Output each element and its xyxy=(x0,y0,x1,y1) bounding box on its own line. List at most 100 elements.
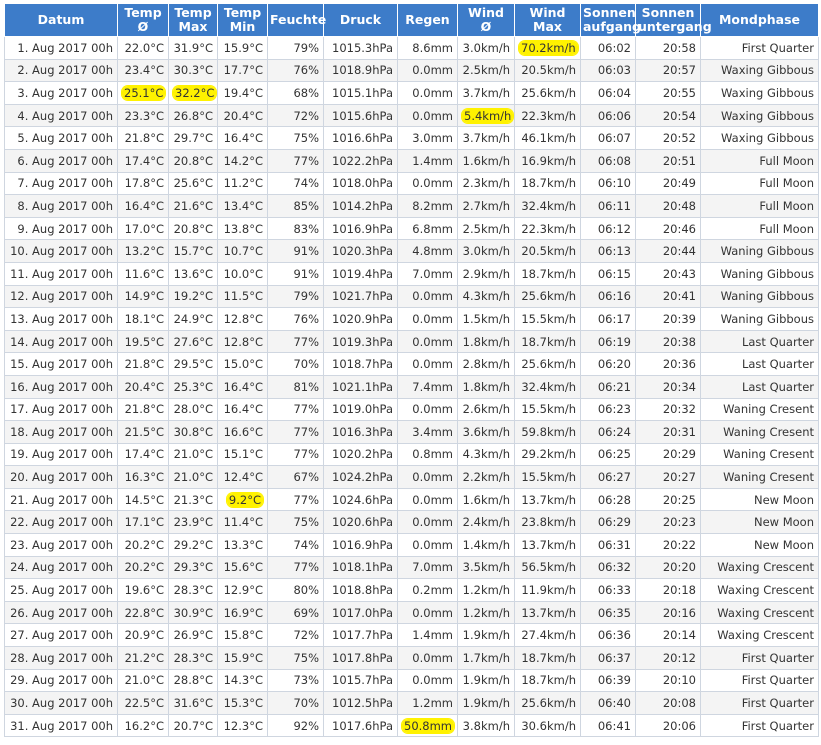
cell-feuchte: 77% xyxy=(267,148,324,173)
table-row: 11. Aug 2017 00h 11.6°C 13.6°C 10.0°C 91% 101… xyxy=(4,261,819,286)
cell-wind-max: 13.7km/h xyxy=(514,600,581,625)
table-row: 3. Aug 2017 00h 25.1°C 32.2°C 19.4°C 68% 1015… xyxy=(4,81,819,105)
cell-value: 1018.0hPa xyxy=(332,176,393,191)
column-header-regen[interactable]: Regen xyxy=(397,3,458,37)
cell-value: 70% xyxy=(293,696,319,711)
column-header-wind-max[interactable]: Wind Max xyxy=(514,3,581,37)
cell-temp-avg: 21.2°C xyxy=(117,646,169,670)
table-row: 23. Aug 2017 00h 20.2°C 29.2°C 13.3°C 74% 101… xyxy=(4,533,819,557)
column-header-sonnenuntergang[interactable]: Sonnen untergang xyxy=(635,3,712,37)
cell-value: 15.1°C xyxy=(223,447,263,462)
cell-regen: 0.0mm xyxy=(397,58,458,83)
cell-feuchte: 91% xyxy=(267,261,324,286)
cell-datum: 16. Aug 2017 00h xyxy=(4,374,118,399)
cell-value: 18.1°C xyxy=(124,311,164,326)
cell-value: 1018.9hPa xyxy=(332,63,393,78)
cell-temp-avg: 21.0°C xyxy=(117,668,169,693)
cell-sonnenuntergang: 20:14 xyxy=(635,623,701,648)
column-header-druck[interactable]: Druck xyxy=(323,3,398,37)
cell-value: Last Quarter xyxy=(741,334,814,349)
cell-feuchte: 74% xyxy=(267,171,324,196)
cell-value: 20:44 xyxy=(662,244,696,259)
cell-druck: 1024.6hPa xyxy=(323,487,398,512)
cell-value: 20:55 xyxy=(662,85,696,100)
cell-value: 1015.6hPa xyxy=(332,108,393,123)
column-header-feuchte[interactable]: Feuchte xyxy=(267,3,326,37)
cell-mondphase: Waxing Crescent xyxy=(700,555,819,580)
cell-feuchte: 76% xyxy=(267,307,324,331)
cell-value: Waning Cresent xyxy=(723,402,814,417)
column-header-mondphase[interactable]: Mondphase xyxy=(700,3,819,37)
cell-temp-avg: 23.4°C xyxy=(117,58,169,83)
cell-mondphase: First Quarter xyxy=(700,668,819,693)
cell-value: 31. Aug 2017 00h xyxy=(10,718,113,733)
cell-value: 3.5km/h xyxy=(462,560,510,575)
table-row: 24. Aug 2017 00h 20.2°C 29.3°C 15.6°C 77% 101… xyxy=(4,555,819,580)
cell-value: 06:15 xyxy=(597,266,631,281)
column-header-text: Regen xyxy=(405,12,450,27)
cell-value: 06:08 xyxy=(597,153,631,168)
column-header-temp-min[interactable]: Temp Min xyxy=(217,3,268,37)
table-row: 14. Aug 2017 00h 19.5°C 27.6°C 12.8°C 77% 101… xyxy=(4,329,819,354)
cell-value: 77% xyxy=(293,492,319,507)
cell-sonnenaufgang: 06:08 xyxy=(580,148,636,173)
cell-value: 79% xyxy=(293,40,319,55)
cell-wind-max: 18.7km/h xyxy=(514,646,581,670)
table-row: 15. Aug 2017 00h 21.8°C 29.5°C 15.0°C 70% 101… xyxy=(4,352,819,376)
cell-wind-avg: 1.7km/h xyxy=(457,646,515,670)
cell-temp-avg: 16.3°C xyxy=(117,465,169,489)
cell-wind-avg: 3.0km/h xyxy=(457,239,515,263)
cell-sonnenaufgang: 06:33 xyxy=(580,578,636,602)
cell-temp-avg: 17.1°C xyxy=(117,510,169,535)
cell-druck: 1018.9hPa xyxy=(323,58,398,83)
cell-value: 3.0mm xyxy=(412,131,453,146)
column-header-sonnenaufgang[interactable]: Sonnen aufgang xyxy=(580,3,641,37)
cell-value: 29.7°C xyxy=(173,131,213,146)
cell-value: 17.7°C xyxy=(223,63,263,78)
table-row: 21. Aug 2017 00h 14.5°C 21.3°C 9.2°C 77% 1024… xyxy=(4,487,819,512)
cell-mondphase: First Quarter xyxy=(700,646,819,670)
cell-value: 7.4mm xyxy=(412,379,453,394)
cell-regen: 0.0mm xyxy=(397,307,458,331)
cell-value: 0.0mm xyxy=(412,334,453,349)
cell-value: 20:27 xyxy=(662,470,696,485)
cell-value: 20:14 xyxy=(662,628,696,643)
cell-value: 1.9km/h xyxy=(462,673,510,688)
cell-value: 18.7km/h xyxy=(521,176,576,191)
cell-temp-max: 13.6°C xyxy=(168,261,218,286)
cell-druck: 1015.3hPa xyxy=(323,36,398,60)
column-header-wind-avg[interactable]: Wind Ø xyxy=(457,3,515,37)
cell-mondphase: New Moon xyxy=(700,487,819,512)
cell-mondphase: New Moon xyxy=(700,510,819,535)
cell-mondphase: First Quarter xyxy=(700,36,819,60)
column-header-temp-max[interactable]: Temp Max xyxy=(168,3,218,37)
cell-value: 1018.8hPa xyxy=(332,583,393,598)
cell-value: Waning Gibbous xyxy=(720,244,814,259)
cell-wind-max: 15.5km/h xyxy=(514,307,581,331)
cell-value: 85% xyxy=(293,198,319,213)
cell-sonnenaufgang: 06:28 xyxy=(580,487,636,512)
cell-wind-avg: 1.9km/h xyxy=(457,668,515,693)
cell-druck: 1020.6hPa xyxy=(323,510,398,535)
cell-value: 20:51 xyxy=(662,153,696,168)
cell-value: 16.4°C xyxy=(124,198,164,213)
cell-value: 1.8km/h xyxy=(462,334,510,349)
column-header-temp-avg[interactable]: Temp Ø xyxy=(117,3,169,37)
cell-value: 1016.9hPa xyxy=(332,221,393,236)
column-header-datum[interactable]: Datum xyxy=(4,3,118,37)
cell-value: 24.9°C xyxy=(173,311,213,326)
cell-value: Waning Gibbous xyxy=(720,266,814,281)
cell-regen: 1.2mm xyxy=(397,691,458,715)
cell-mondphase: Full Moon xyxy=(700,216,819,241)
cell-wind-max: 16.9km/h xyxy=(514,148,581,173)
cell-temp-avg: 22.0°C xyxy=(117,36,169,60)
cell-sonnenaufgang: 06:37 xyxy=(580,646,636,670)
cell-druck: 1012.5hPa xyxy=(323,691,398,715)
column-header-text: Ø xyxy=(137,19,149,34)
cell-temp-avg: 14.9°C xyxy=(117,284,169,309)
cell-datum: 20. Aug 2017 00h xyxy=(4,465,118,489)
cell-value: 20:52 xyxy=(662,131,696,146)
cell-value: 28.3°C xyxy=(173,650,213,665)
cell-sonnenuntergang: 20:54 xyxy=(635,103,701,128)
cell-value: 20:25 xyxy=(662,492,696,507)
